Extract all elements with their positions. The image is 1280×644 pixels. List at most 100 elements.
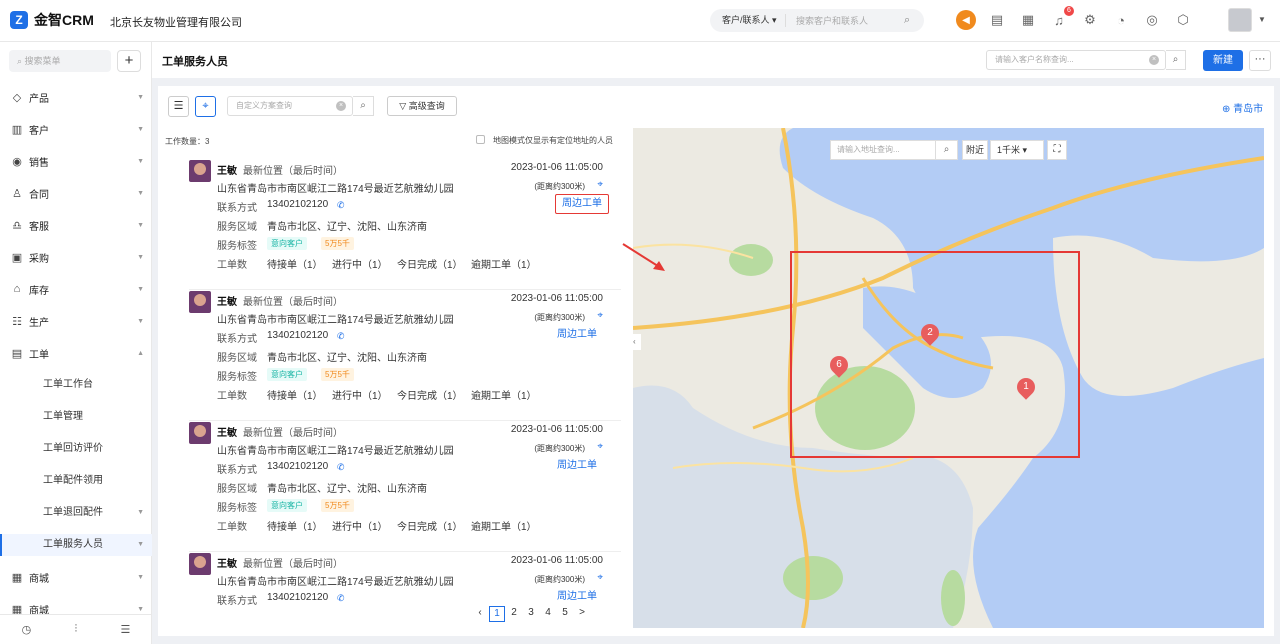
stat-today-done[interactable]: 今日完成（1） <box>397 256 463 271</box>
sidebar-item-customer[interactable]: ▥ 客户 ▼ <box>0 118 152 140</box>
location-pin-icon[interactable]: ⌖ <box>597 572 603 583</box>
next-page-icon[interactable]: > <box>574 606 590 622</box>
menu-search-input[interactable]: ⌕ 搜索菜单 <box>9 50 111 72</box>
list-view-icon[interactable]: ☰ <box>168 96 189 117</box>
sidebar-item-inventory[interactable]: ⌂ 库存 ▼ <box>0 278 152 300</box>
factory-icon: ☷ <box>12 315 22 328</box>
sidebar-subitem-service-staff[interactable]: 工单服务人员 ▼ <box>0 534 152 556</box>
sidebar-subitem-parts-use[interactable]: 工单配件领用 <box>0 470 152 492</box>
pie-chart-icon[interactable]: ◔ <box>1111 10 1131 30</box>
sidebar-item-workorder[interactable]: ▤ 工单 ▲ <box>0 342 152 364</box>
sidebar-item-product[interactable]: ◇ 产品 ▼ <box>0 86 152 108</box>
staff-name: 王敏 <box>217 428 237 439</box>
stat-overdue[interactable]: 逾期工单（1） <box>471 256 537 271</box>
nearby-orders-link[interactable]: 周边工单 <box>551 457 603 475</box>
nearby-orders-link[interactable]: 周边工单 <box>551 588 603 606</box>
sidebar-item-contract[interactable]: ♙ 合同 ▼ <box>0 182 152 204</box>
search-icon[interactable]: ⌕ <box>1166 50 1186 70</box>
megaphone-icon[interactable]: ◀ <box>956 10 976 30</box>
phone-icon[interactable]: ✆ <box>337 331 345 342</box>
range-select[interactable]: 1千米 ▾ <box>990 140 1044 160</box>
cube-outline-icon[interactable]: ⬡ <box>1173 10 1193 30</box>
page-3[interactable]: 3 <box>523 606 539 622</box>
nearby-orders-link[interactable]: 周边工单 <box>555 194 609 214</box>
user-avatar[interactable] <box>1228 8 1252 32</box>
phone-icon[interactable]: ✆ <box>337 593 345 604</box>
calendar-icon[interactable]: ▦ <box>1018 10 1038 30</box>
page-4[interactable]: 4 <box>540 606 556 622</box>
sidebar-subitem-parts-return[interactable]: 工单退回配件 ▼ <box>0 502 152 524</box>
page-5[interactable]: 5 <box>557 606 573 622</box>
sidebar-item-purchase[interactable]: ▣ 采购 ▼ <box>0 246 152 268</box>
prev-page-icon[interactable]: ‹ <box>472 606 488 622</box>
map-marker[interactable]: 1 <box>1013 374 1039 400</box>
advanced-search-button[interactable]: ▽ 高级查询 <box>387 96 457 116</box>
address-search-input[interactable]: 请输入地址查询... <box>830 140 936 160</box>
customer-search-input[interactable]: 请输入客户名称查询... × <box>986 50 1166 70</box>
location-pin-icon[interactable]: ⌖ <box>597 179 603 190</box>
sliders-icon[interactable]: ⫶ <box>74 623 77 636</box>
add-menu-button[interactable]: + <box>117 50 141 72</box>
sidebar-subitem-workbench[interactable]: 工单工作台 <box>0 374 152 396</box>
phone-icon[interactable]: ✆ <box>337 200 345 211</box>
service-area: 青岛市北区、辽宁、沈阳、山东济南 <box>267 353 427 364</box>
sidebar-item-production[interactable]: ☷ 生产 ▼ <box>0 310 152 332</box>
fullscreen-icon[interactable]: ⛶ <box>1047 140 1067 160</box>
search-type-select[interactable]: 客户/联系人 ▾ <box>710 14 786 27</box>
city-selector[interactable]: ⊕ 青岛市 <box>1222 100 1263 115</box>
stat-in-progress[interactable]: 进行中（1） <box>332 387 388 402</box>
stat-pending[interactable]: 待接单（1） <box>267 256 323 271</box>
scheme-search-input[interactable]: 自定义方案查询 × <box>227 96 353 116</box>
phone-number: 13402102120 <box>267 592 329 603</box>
sidebar-item-service[interactable]: ♎ 客服 ▼ <box>0 214 152 236</box>
nearby-orders-link[interactable]: 周边工单 <box>551 326 603 344</box>
tag-intent: 意向客户 <box>267 499 307 512</box>
history-icon[interactable]: ◷ <box>22 623 32 636</box>
location-pin-icon[interactable]: ⌖ <box>597 310 603 321</box>
collapse-menu-icon[interactable]: ☰ <box>120 623 130 636</box>
search-icon[interactable]: ⌕ <box>904 14 924 27</box>
stat-pending[interactable]: 待接单（1） <box>267 387 323 402</box>
staff-card[interactable]: 王敏 最新位置（最后时间） 2023-01-06 11:05:00 山东省青岛市… <box>189 160 621 290</box>
more-button[interactable]: ··· <box>1249 50 1271 71</box>
sidebar-item-sales[interactable]: ◉ 销售 ▼ <box>0 150 152 172</box>
gear-icon[interactable]: ⚙ <box>1080 10 1100 30</box>
staff-name: 王敏 <box>217 166 237 177</box>
search-icon[interactable]: ⌕ <box>353 96 374 116</box>
sidebar-item-mall[interactable]: ▦ 商城 ▼ <box>0 566 152 588</box>
staff-card[interactable]: 王敏 最新位置（最后时间） 2023-01-06 11:05:00 山东省青岛市… <box>189 553 621 607</box>
collapse-list-icon[interactable]: ‹ <box>633 334 641 350</box>
map-only-checkbox[interactable] <box>476 135 485 144</box>
clear-icon[interactable]: × <box>1149 55 1159 65</box>
search-icon[interactable]: ⌕ <box>936 140 958 160</box>
stat-overdue[interactable]: 逾期工单（1） <box>471 518 537 533</box>
location-pin-icon[interactable]: ⌖ <box>597 441 603 452</box>
page-1[interactable]: 1 <box>489 606 505 622</box>
bell-icon[interactable]: ♫ 6 <box>1049 6 1074 30</box>
caret-down-icon[interactable]: ▼ <box>1258 15 1266 24</box>
app-logo[interactable]: Z 金智CRM <box>10 10 94 30</box>
clear-icon[interactable]: × <box>336 101 346 111</box>
orders-label: 工单数 <box>217 260 247 271</box>
stat-in-progress[interactable]: 进行中（1） <box>332 256 388 271</box>
stat-today-done[interactable]: 今日完成（1） <box>397 387 463 402</box>
stat-today-done[interactable]: 今日完成（1） <box>397 518 463 533</box>
chrome-icon[interactable]: ◎ <box>1142 10 1162 30</box>
new-button[interactable]: 新建 <box>1203 50 1243 71</box>
staff-card[interactable]: 王敏 最新位置（最后时间） 2023-01-06 11:05:00 山东省青岛市… <box>189 291 621 421</box>
stat-in-progress[interactable]: 进行中（1） <box>332 518 388 533</box>
global-search-input[interactable]: 搜索客户和联系人 <box>786 14 904 27</box>
stat-pending[interactable]: 待接单（1） <box>267 518 323 533</box>
map-marker[interactable]: 2 <box>917 320 943 346</box>
phone-icon[interactable]: ✆ <box>337 462 345 473</box>
location-target-icon: ⊕ <box>1222 104 1231 115</box>
map-view-icon[interactable]: ⌖ <box>195 96 216 117</box>
user-card-icon[interactable]: ▤ <box>987 10 1007 30</box>
sidebar-subitem-review[interactable]: 工单回访评价 <box>0 438 152 460</box>
staff-card[interactable]: 王敏 最新位置（最后时间） 2023-01-06 11:05:00 山东省青岛市… <box>189 422 621 552</box>
map-view[interactable]: ‹ 请输入地址查询... ⌕ 附近 1千米 ▾ ⛶ 2 6 1 <box>633 128 1264 628</box>
page-2[interactable]: 2 <box>506 606 522 622</box>
map-marker[interactable]: 6 <box>826 352 852 378</box>
stat-overdue[interactable]: 逾期工单（1） <box>471 387 537 402</box>
sidebar-subitem-management[interactable]: 工单管理 <box>0 406 152 428</box>
